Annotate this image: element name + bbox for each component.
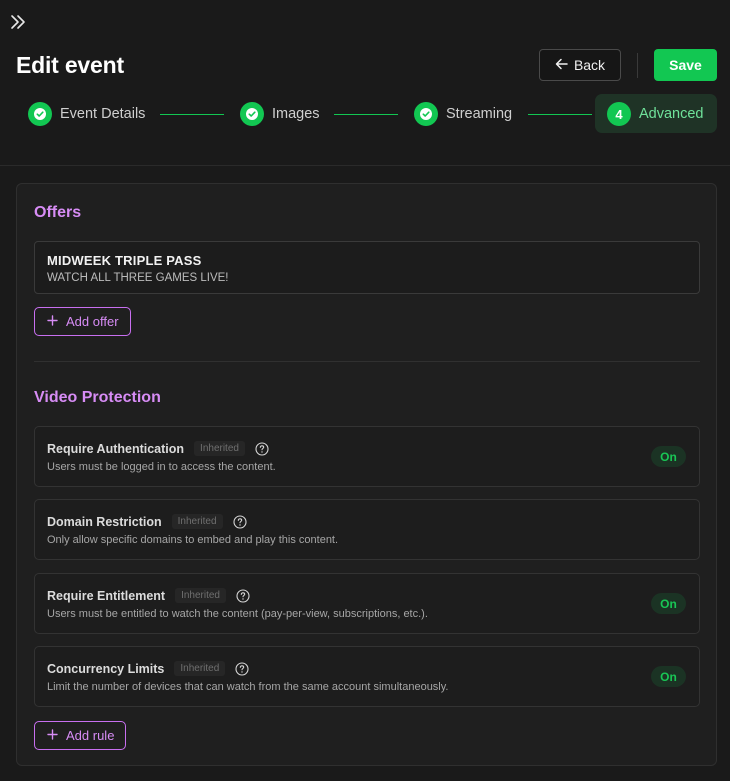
offer-item[interactable]: MIDWEEK TRIPLE PASS WATCH ALL THREE GAME… xyxy=(34,241,700,294)
step-images[interactable]: Images xyxy=(240,101,320,127)
section-divider xyxy=(34,361,700,362)
add-rule-button[interactable]: Add rule xyxy=(34,721,127,750)
double-chevron-right-icon[interactable] xyxy=(9,13,27,31)
step-connector xyxy=(160,114,224,115)
step-advanced[interactable]: 4 Advanced xyxy=(607,101,704,127)
back-button[interactable]: Back xyxy=(539,49,621,81)
rule-description: Users must be logged in to access the co… xyxy=(47,461,276,473)
step-label: Streaming xyxy=(446,106,513,122)
rule-description: Users must be entitled to watch the cont… xyxy=(47,608,428,620)
question-circle-icon[interactable] xyxy=(236,588,250,603)
rule-title: Require Authentication xyxy=(47,441,185,456)
rule-toggle[interactable]: On xyxy=(651,666,686,687)
page-header: Edit event Back Save Event Details Image… xyxy=(0,0,730,166)
check-icon xyxy=(414,102,438,126)
rule-toggle[interactable]: On xyxy=(651,593,686,614)
step-connector xyxy=(528,114,592,115)
rule-concurrency-limits: Concurrency Limits Inherited Limit the n… xyxy=(34,646,700,707)
rule-require-entitlement: Require Entitlement Inherited Users must… xyxy=(34,573,700,634)
inherited-badge: Inherited xyxy=(175,588,226,603)
page-title: Edit event xyxy=(16,52,124,78)
step-label: Advanced xyxy=(639,106,704,122)
inherited-badge: Inherited xyxy=(174,661,226,676)
plus-icon xyxy=(47,314,58,329)
add-offer-button[interactable]: Add offer xyxy=(34,307,131,336)
inherited-badge: Inherited xyxy=(194,441,245,456)
offers-title: Offers xyxy=(34,204,82,221)
arrow-left-icon xyxy=(555,57,568,73)
offer-description: WATCH ALL THREE GAMES LIVE! xyxy=(47,272,229,284)
step-label: Images xyxy=(272,106,320,122)
header-divider xyxy=(637,53,638,78)
rule-description: Only allow specific domains to embed and… xyxy=(47,534,339,546)
plus-icon xyxy=(47,728,58,743)
add-rule-label: Add rule xyxy=(66,728,115,743)
step-event-details[interactable]: Event Details xyxy=(28,101,145,127)
advanced-settings-card: Offers MIDWEEK TRIPLE PASS WATCH ALL THR… xyxy=(16,183,717,766)
question-circle-icon[interactable] xyxy=(235,661,249,676)
check-icon xyxy=(28,102,52,126)
rule-title: Domain Restriction xyxy=(47,514,162,529)
step-number-badge: 4 xyxy=(607,102,631,126)
step-connector xyxy=(334,114,398,115)
rule-title: Concurrency Limits xyxy=(47,661,165,676)
video-protection-title: Video Protection xyxy=(34,389,161,406)
question-circle-icon[interactable] xyxy=(232,514,247,529)
save-button[interactable]: Save xyxy=(654,49,717,81)
question-circle-icon[interactable] xyxy=(255,441,269,456)
rule-description: Limit the number of devices that can wat… xyxy=(47,681,449,693)
step-label: Event Details xyxy=(60,106,146,122)
back-button-label: Back xyxy=(573,57,606,73)
step-streaming[interactable]: Streaming xyxy=(414,101,512,127)
add-offer-label: Add offer xyxy=(66,314,119,329)
rule-domain-restriction: Domain Restriction Inherited Only allow … xyxy=(34,499,700,560)
check-icon xyxy=(240,102,264,126)
rule-toggle[interactable]: On xyxy=(651,446,686,467)
inherited-badge: Inherited xyxy=(171,514,223,529)
offer-name: MIDWEEK TRIPLE PASS xyxy=(47,253,202,268)
rule-require-authentication: Require Authentication Inherited Users m… xyxy=(34,426,700,487)
rule-title: Require Entitlement xyxy=(47,588,166,603)
